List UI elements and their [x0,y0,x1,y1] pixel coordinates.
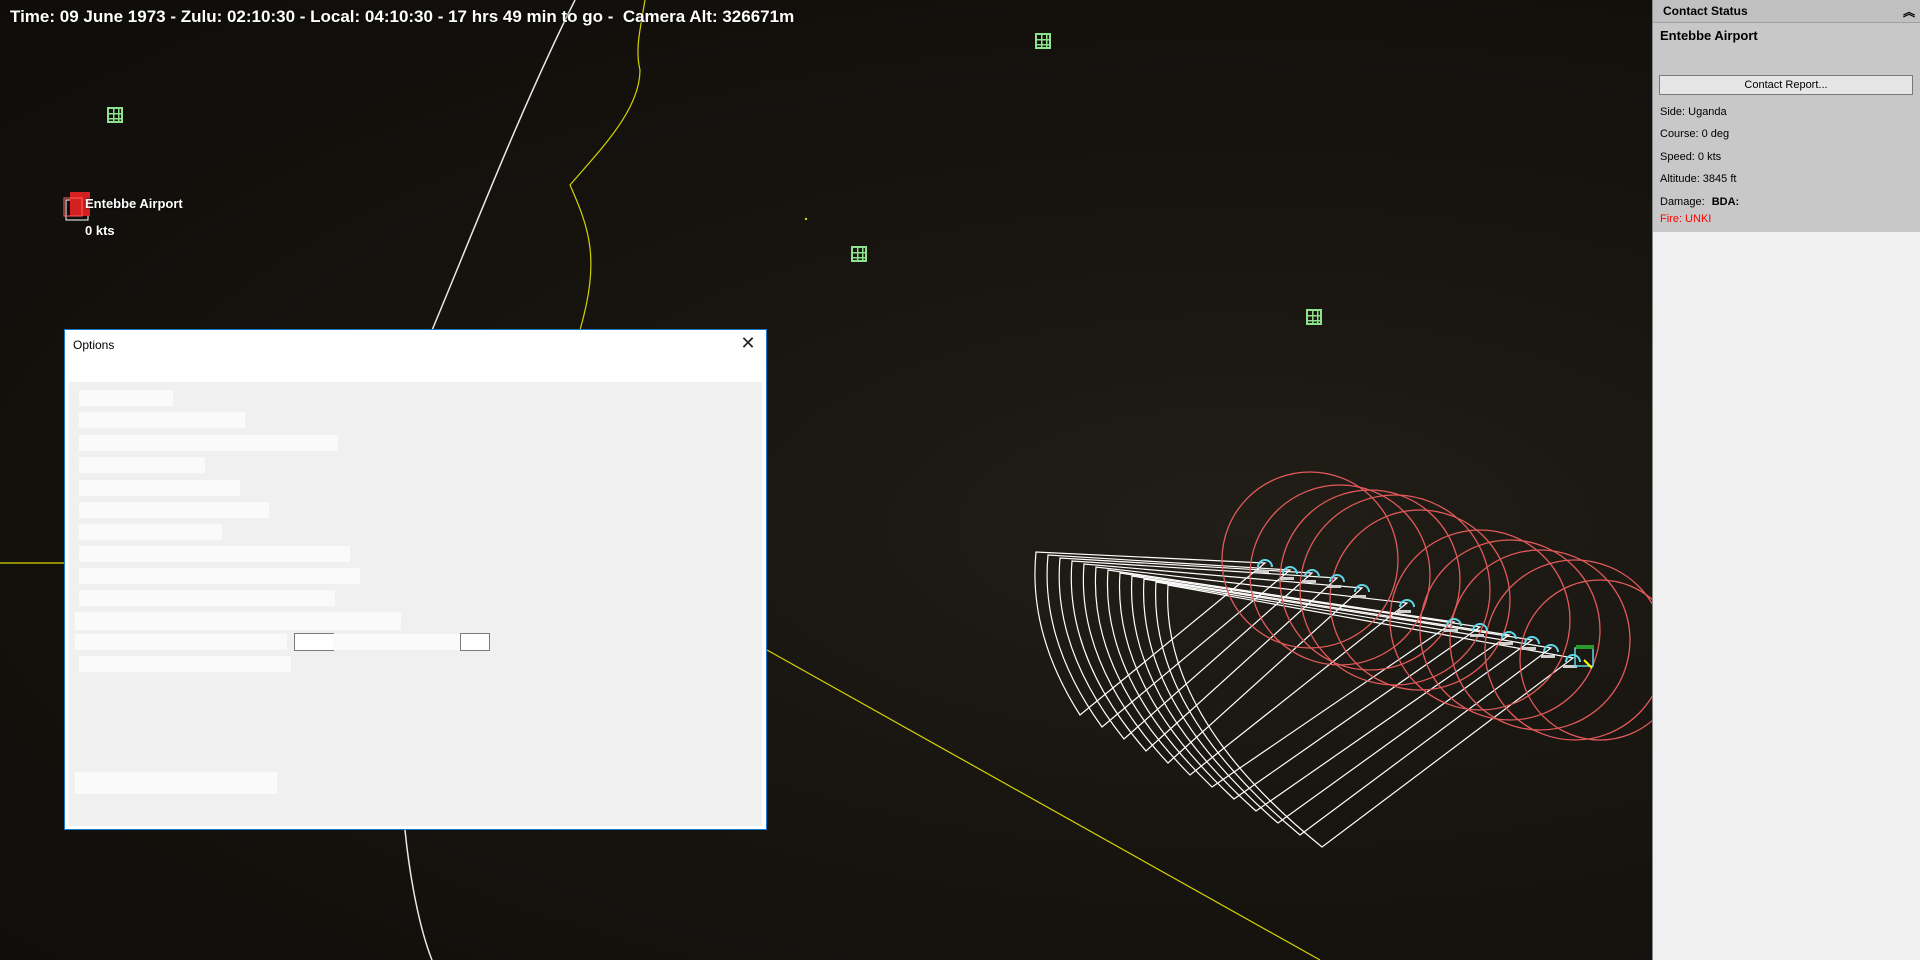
dialog-title: Options [73,338,115,352]
contact-report-button[interactable]: Contact Report... [1659,75,1913,95]
time-status-bar: Time: 09 June 1973 - Zulu: 02:10:30 - Lo… [10,7,795,26]
aircraft-label-tag [1541,655,1555,658]
coastline-lower [404,829,433,960]
damage-label: Damage: [1660,196,1705,208]
contact-damage: Damage: BDA: [1660,196,1739,208]
option-row[interactable] [79,412,245,428]
sensor-arc [1130,575,1511,812]
option-row[interactable] [75,634,287,650]
option-row[interactable] [75,772,277,794]
option-row[interactable] [79,390,173,406]
option-row[interactable] [79,590,335,606]
aircraft-label-tag [1499,642,1513,645]
option-row[interactable] [333,634,463,650]
facility-icon[interactable] [851,246,867,262]
facility-icon[interactable] [107,107,123,123]
option-row[interactable] [79,435,338,451]
map-dot [804,217,808,221]
aircraft-label-tag [1280,577,1294,580]
option-row[interactable] [79,568,360,584]
contact-speed: Speed: 0 kts [1660,151,1722,163]
sensor-arcs [1034,551,1575,848]
border-line [569,0,646,331]
aircraft-label-tag [1327,585,1341,588]
options-body [69,382,762,826]
option-row[interactable] [79,546,350,562]
option-row[interactable] [79,524,222,540]
panel-header: Contact Status ︽ [1653,0,1920,23]
contact-fire: Fire: UNKI [1660,213,1712,225]
sensor-arc [1155,581,1553,836]
range-ring [1519,579,1652,741]
unit-label-name[interactable]: Entebbe Airport [85,197,183,211]
options-dialog[interactable]: Options ✕ [64,329,767,830]
option-row[interactable] [79,656,291,672]
contact-altitude: Altitude: 3845 ft [1660,173,1737,185]
option-row[interactable] [79,457,205,473]
facility-icon[interactable] [1306,309,1322,325]
aircraft-label-tag [1352,595,1366,598]
aircraft-label-tag [1470,634,1484,637]
option-row[interactable] [79,502,269,518]
sensor-arc [1118,572,1482,800]
double-chevron-up-icon[interactable]: ︽ [1903,3,1915,20]
coastline [429,0,576,336]
option-number-input[interactable] [294,633,334,651]
bda-label: BDA: [1711,196,1740,208]
contact-course: Course: 0 deg [1660,128,1730,140]
option-row[interactable] [79,480,240,496]
aircraft-label-tag [1397,610,1411,613]
border-line [766,649,1321,960]
aircraft-label-tag [1522,647,1536,650]
unit-label-speed: 0 kts [85,223,115,238]
panel-title: Contact Status [1663,4,1748,18]
option-number-input[interactable] [460,633,490,651]
aircraft-label-tag [1255,570,1269,573]
close-icon[interactable]: ✕ [738,333,758,354]
option-row[interactable] [75,612,401,630]
contact-status-panel: Contact Status ︽ Entebbe Airport Contact… [1652,0,1920,960]
facility-icon[interactable] [1035,33,1051,49]
aircraft-label-tag [1444,629,1458,632]
aircraft-label-tag [1302,580,1316,583]
contact-name: Entebbe Airport [1660,28,1758,43]
contact-side: Side: Uganda [1660,106,1727,118]
